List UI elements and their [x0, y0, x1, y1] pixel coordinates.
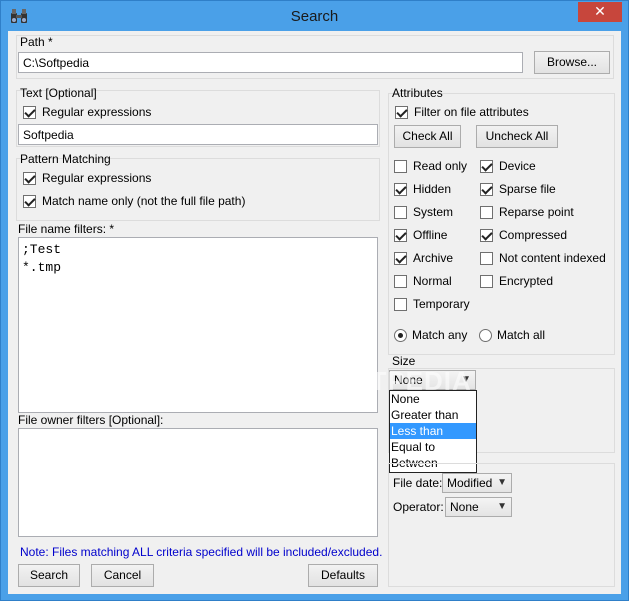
- file-owner-filters-label: File owner filters [Optional]:: [18, 413, 164, 427]
- search-button[interactable]: Search: [18, 564, 80, 587]
- attribute-checkbox[interactable]: Compressed: [480, 228, 567, 242]
- checkbox-mark: [395, 105, 408, 119]
- checkbox-mark: [480, 205, 493, 219]
- pattern-regex-label: Regular expressions: [42, 171, 152, 185]
- match-all-radio[interactable]: Match all: [479, 328, 545, 342]
- browse-button[interactable]: Browse...: [534, 51, 610, 74]
- dialog-body: Path * C:\Softpedia Browse... Text [Opti…: [8, 31, 621, 594]
- attribute-label: Not content indexed: [499, 251, 606, 265]
- attribute-label: Device: [499, 159, 536, 173]
- chevron-down-icon: ▼: [497, 477, 507, 488]
- search-window: Search ✕ Path * C:\Softpedia Browse... T…: [0, 0, 629, 601]
- attribute-checkbox[interactable]: Encrypted: [480, 274, 553, 288]
- checkbox-mark: [480, 251, 493, 265]
- match-all-label: Match all: [497, 328, 546, 342]
- attribute-label: Reparse point: [499, 205, 574, 219]
- checkbox-mark: [394, 182, 407, 196]
- pattern-regex-checkbox[interactable]: Regular expressions: [23, 171, 151, 185]
- attribute-label: System: [413, 205, 454, 219]
- attribute-checkbox[interactable]: Read only: [394, 159, 467, 173]
- filter-attributes-checkbox[interactable]: Filter on file attributes: [395, 105, 529, 119]
- checkbox-mark: [23, 105, 36, 119]
- checkbox-mark: [480, 228, 493, 242]
- radio-mark: [479, 328, 492, 342]
- checkbox-mark: [23, 194, 36, 208]
- size-select[interactable]: None ▼: [389, 370, 476, 390]
- attribute-checkbox[interactable]: Reparse point: [480, 205, 574, 219]
- checkbox-mark: [480, 182, 493, 196]
- file-date-select[interactable]: Modified ▼: [442, 473, 512, 493]
- attribute-label: Read only: [413, 159, 468, 173]
- size-select-value: None: [394, 373, 423, 387]
- attribute-checkbox[interactable]: System: [394, 205, 453, 219]
- path-input[interactable]: C:\Softpedia: [18, 52, 523, 73]
- checkbox-mark: [394, 228, 407, 242]
- attribute-checkbox[interactable]: Offline: [394, 228, 447, 242]
- match-name-only-checkbox[interactable]: Match name only (not the full file path): [23, 194, 245, 208]
- operator-label: Operator:: [393, 500, 444, 514]
- defaults-button[interactable]: Defaults: [308, 564, 378, 587]
- attributes-label: Attributes: [392, 86, 443, 100]
- attribute-checkbox[interactable]: Archive: [394, 251, 453, 265]
- file-owner-filters-textarea[interactable]: [18, 428, 378, 537]
- operator-value: None: [450, 500, 479, 514]
- attribute-checkbox[interactable]: Normal: [394, 274, 452, 288]
- pattern-label: Pattern Matching: [20, 152, 111, 166]
- match-any-label: Match any: [412, 328, 468, 342]
- note-text: Note: Files matching ALL criteria specif…: [20, 545, 383, 559]
- size-option-highlighted[interactable]: Less than: [390, 423, 476, 439]
- path-label: Path *: [20, 35, 53, 49]
- attribute-label: Hidden: [413, 182, 452, 196]
- size-option[interactable]: Greater than: [390, 407, 476, 423]
- operator-select[interactable]: None ▼: [445, 497, 512, 517]
- radio-mark: [394, 328, 407, 342]
- check-all-button[interactable]: Check All: [394, 125, 461, 148]
- attribute-label: Compressed: [499, 228, 568, 242]
- title-bar[interactable]: Search ✕: [1, 1, 628, 31]
- window-title: Search: [290, 8, 339, 25]
- checkbox-mark: [480, 159, 493, 173]
- checkbox-mark: [23, 171, 36, 185]
- size-option[interactable]: Equal to: [390, 439, 476, 455]
- attribute-checkbox[interactable]: Temporary: [394, 297, 470, 311]
- checkbox-mark: [394, 159, 407, 173]
- checkbox-mark: [480, 274, 493, 288]
- match-name-only-label: Match name only (not the full file path): [42, 194, 246, 208]
- match-any-radio[interactable]: Match any: [394, 328, 467, 342]
- text-regex-checkbox[interactable]: Regular expressions: [23, 105, 151, 119]
- attribute-label: Encrypted: [499, 274, 554, 288]
- size-label: Size: [392, 354, 416, 368]
- chevron-down-icon: ▼: [461, 374, 471, 385]
- cancel-button[interactable]: Cancel: [91, 564, 154, 587]
- checkbox-mark: [394, 205, 407, 219]
- checkbox-mark: [394, 251, 407, 265]
- file-name-filters-textarea[interactable]: ;Test *.tmp: [18, 237, 378, 413]
- uncheck-all-button[interactable]: Uncheck All: [476, 125, 558, 148]
- checkbox-mark: [394, 274, 407, 288]
- attribute-checkbox[interactable]: Not content indexed: [480, 251, 606, 265]
- text-input[interactable]: Softpedia: [18, 124, 378, 145]
- attribute-checkbox[interactable]: Sparse file: [480, 182, 556, 196]
- chevron-down-icon: ▼: [497, 501, 507, 512]
- attribute-checkbox[interactable]: Device: [480, 159, 536, 173]
- filter-line: *.tmp: [22, 260, 62, 275]
- attribute-label: Sparse file: [499, 182, 556, 196]
- attribute-label: Archive: [413, 251, 454, 265]
- file-date-value: Modified: [447, 476, 493, 490]
- filter-attributes-label: Filter on file attributes: [414, 105, 529, 119]
- checkbox-mark: [394, 297, 407, 311]
- attribute-label: Normal: [413, 274, 452, 288]
- pattern-group: [16, 158, 380, 221]
- attribute-checkbox[interactable]: Hidden: [394, 182, 451, 196]
- text-regex-label: Regular expressions: [42, 105, 152, 119]
- attribute-label: Temporary: [413, 297, 470, 311]
- size-option[interactable]: None: [390, 391, 476, 407]
- filter-line: ;Test: [22, 242, 62, 257]
- file-date-label: File date:: [393, 476, 443, 490]
- size-dropdown-list: None Greater than Less than Equal to Bet…: [389, 390, 477, 473]
- text-label: Text [Optional]: [20, 86, 97, 100]
- file-name-filters-label: File name filters: *: [18, 222, 115, 236]
- close-button[interactable]: ✕: [578, 2, 622, 22]
- attribute-label: Offline: [413, 228, 448, 242]
